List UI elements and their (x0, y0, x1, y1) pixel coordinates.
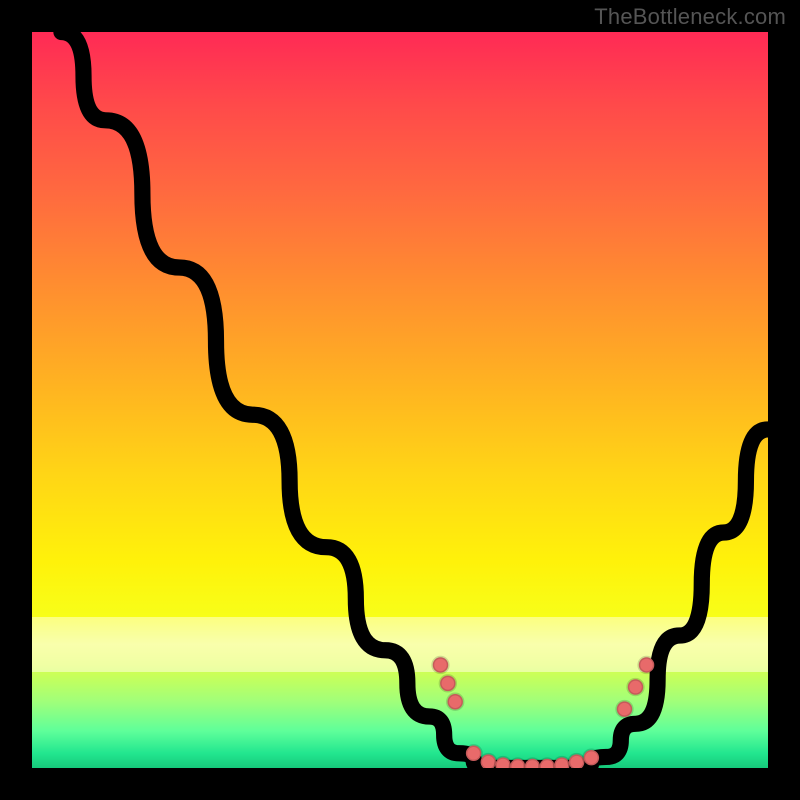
curve-marker (495, 757, 510, 768)
curve-marker (628, 679, 643, 694)
curve-marker (639, 657, 654, 672)
curve-svg (32, 32, 768, 768)
curve-marker (554, 757, 569, 768)
curve-marker (440, 676, 455, 691)
curve-marker (525, 759, 540, 768)
curve-marker (617, 701, 632, 716)
curve-marker (466, 746, 481, 761)
curve-marker (584, 750, 599, 765)
curve-marker (433, 657, 448, 672)
curve-marker (510, 759, 525, 768)
curve-marker (447, 694, 462, 709)
bottleneck-curve-path (61, 32, 768, 768)
chart-area (32, 32, 768, 768)
curve-marker (481, 754, 496, 768)
watermark-text: TheBottleneck.com (594, 4, 786, 30)
curve-marker (539, 759, 554, 768)
curve-marker (569, 754, 584, 768)
